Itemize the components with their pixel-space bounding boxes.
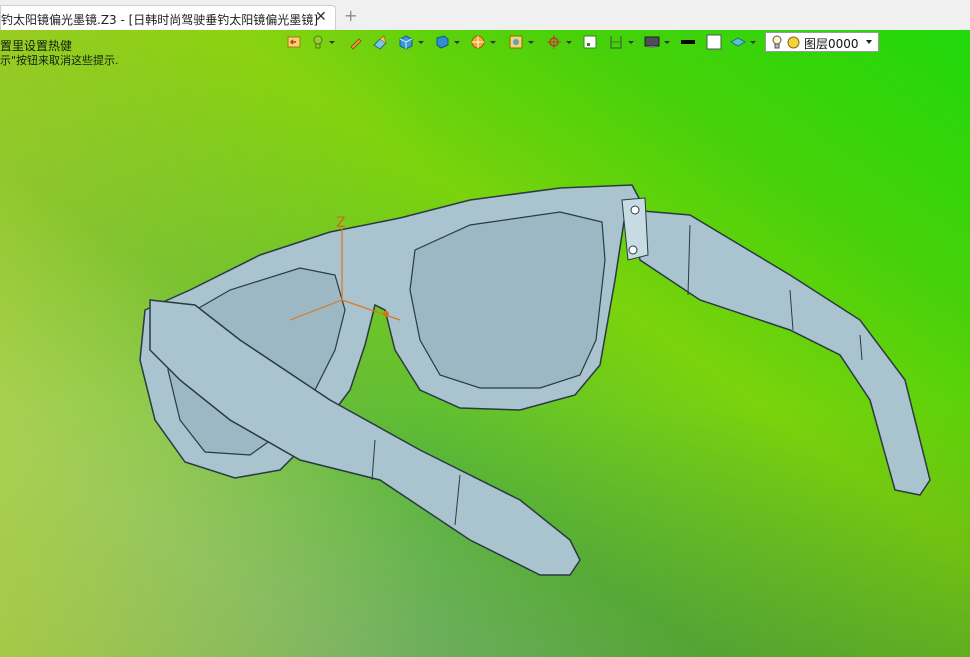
render-icon[interactable] [470, 34, 486, 50]
hint-line-2: 示"按钮来取消这些提示. [0, 54, 119, 67]
layer-plane-icon[interactable] [730, 34, 746, 50]
origin-icon[interactable] [546, 34, 562, 50]
right-temple-arm [629, 209, 931, 496]
color-white-icon[interactable] [706, 34, 722, 50]
layer-select[interactable]: 图层0000 [765, 32, 879, 52]
view-box-icon[interactable] [508, 34, 524, 50]
color-black-icon[interactable] [680, 34, 696, 50]
layer-select-value: 图层0000 [804, 37, 859, 51]
shape-icon[interactable] [372, 34, 388, 50]
section-icon[interactable] [608, 34, 624, 50]
cube-icon[interactable] [398, 34, 414, 50]
right-lens [409, 211, 606, 389]
layer-color-icon [787, 36, 800, 49]
axis-z-label: Z [336, 215, 346, 231]
sunglasses-model[interactable]: Z [0, 0, 970, 657]
display-icon[interactable] [644, 34, 660, 50]
pencil-icon[interactable] [348, 34, 364, 50]
view-toolbar: 图层0000 [282, 32, 882, 54]
chevron-down-icon[interactable] [866, 40, 872, 44]
undo-icon[interactable] [286, 34, 302, 50]
frame-icon[interactable] [582, 34, 598, 50]
lamp-icon[interactable] [310, 34, 326, 50]
lightbulb-icon[interactable] [771, 35, 783, 50]
shaded-cube-icon[interactable] [434, 34, 450, 50]
